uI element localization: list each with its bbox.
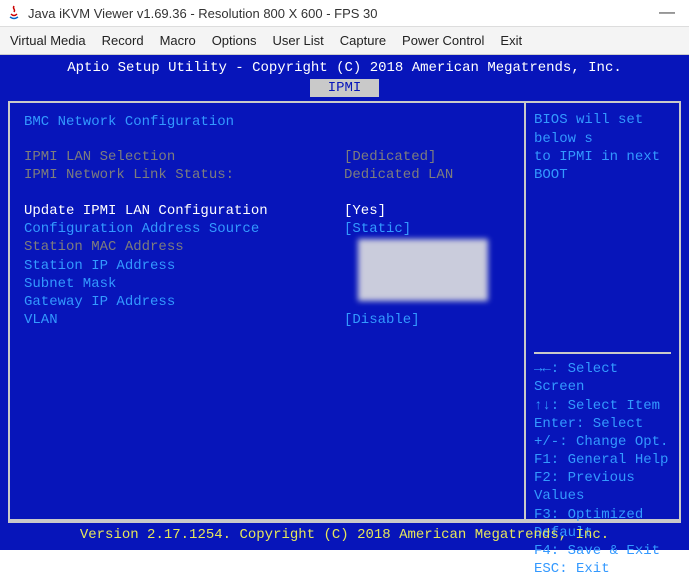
label: Station IP Address <box>24 257 344 275</box>
bios-right-panel: BIOS will set below s to IPMI in next BO… <box>526 103 679 519</box>
panel-divider <box>534 352 671 354</box>
key-hint: ESC: Exit <box>534 560 671 578</box>
key-hint: →←: Select Screen <box>534 360 671 396</box>
label: VLAN <box>24 311 344 329</box>
key-hint: F4: Save & Exit <box>534 542 671 560</box>
menubar: Virtual Media Record Macro Options User … <box>0 27 689 55</box>
value: [Disable] <box>344 311 510 329</box>
menu-macro[interactable]: Macro <box>160 33 196 48</box>
window-titlebar: Java iKVM Viewer v1.69.36 - Resolution 8… <box>0 0 689 27</box>
key-hint: F2: Previous Values <box>534 469 671 505</box>
key-hint: F1: General Help <box>534 451 671 469</box>
field-vlan[interactable]: VLAN [Disable] <box>24 311 510 329</box>
key-hints: →←: Select Screen ↑↓: Select Item Enter:… <box>534 360 671 578</box>
label: Update IPMI LAN Configuration <box>24 202 344 220</box>
key-hint: ↑↓: Select Item <box>534 397 671 415</box>
window-title: Java iKVM Viewer v1.69.36 - Resolution 8… <box>28 6 378 21</box>
minimize-button[interactable]: — <box>651 4 683 22</box>
field-update-ipmi-lan[interactable]: Update IPMI LAN Configuration [Yes] <box>24 202 510 220</box>
key-hint: +/-: Change Opt. <box>534 433 671 451</box>
field-ipmi-link-status: IPMI Network Link Status: Dedicated LAN <box>24 166 510 184</box>
value: [Dedicated] <box>344 148 510 166</box>
value: [Yes] <box>344 202 510 220</box>
label: Configuration Address Source <box>24 220 344 238</box>
menu-options[interactable]: Options <box>212 33 257 48</box>
redacted-mask <box>358 239 488 301</box>
menu-virtual-media[interactable]: Virtual Media <box>10 33 86 48</box>
label: IPMI Network Link Status: <box>24 166 344 184</box>
bios-left-panel: BMC Network Configuration IPMI LAN Selec… <box>10 103 524 519</box>
value: Dedicated LAN <box>344 166 510 184</box>
field-config-address-source[interactable]: Configuration Address Source [Static] <box>24 220 510 238</box>
java-icon <box>6 5 22 21</box>
bios-kvm-screen: Aptio Setup Utility - Copyright (C) 2018… <box>0 55 689 550</box>
menu-power-control[interactable]: Power Control <box>402 33 484 48</box>
bios-footer: Version 2.17.1254. Copyright (C) 2018 Am… <box>0 526 689 544</box>
label: IPMI LAN Selection <box>24 148 344 166</box>
key-hint: Enter: Select <box>534 415 671 433</box>
bios-tab-row: IPMI <box>0 79 689 97</box>
help-line: to IPMI in next BOOT <box>534 148 671 184</box>
label: Station MAC Address <box>24 238 344 256</box>
field-ipmi-lan-selection: IPMI LAN Selection [Dedicated] <box>24 148 510 166</box>
bios-panels: BMC Network Configuration IPMI LAN Selec… <box>8 101 681 521</box>
tab-ipmi[interactable]: IPMI <box>310 79 380 97</box>
help-text: BIOS will set below s to IPMI in next BO… <box>534 111 671 184</box>
label: Subnet Mask <box>24 275 344 293</box>
value: [Static] <box>344 220 510 238</box>
bios-header: Aptio Setup Utility - Copyright (C) 2018… <box>0 55 689 79</box>
menu-user-list[interactable]: User List <box>273 33 324 48</box>
menu-capture[interactable]: Capture <box>340 33 386 48</box>
menu-exit[interactable]: Exit <box>500 33 522 48</box>
label: Gateway IP Address <box>24 293 344 311</box>
help-line: BIOS will set below s <box>534 111 671 147</box>
section-title: BMC Network Configuration <box>24 113 510 131</box>
menu-record[interactable]: Record <box>102 33 144 48</box>
